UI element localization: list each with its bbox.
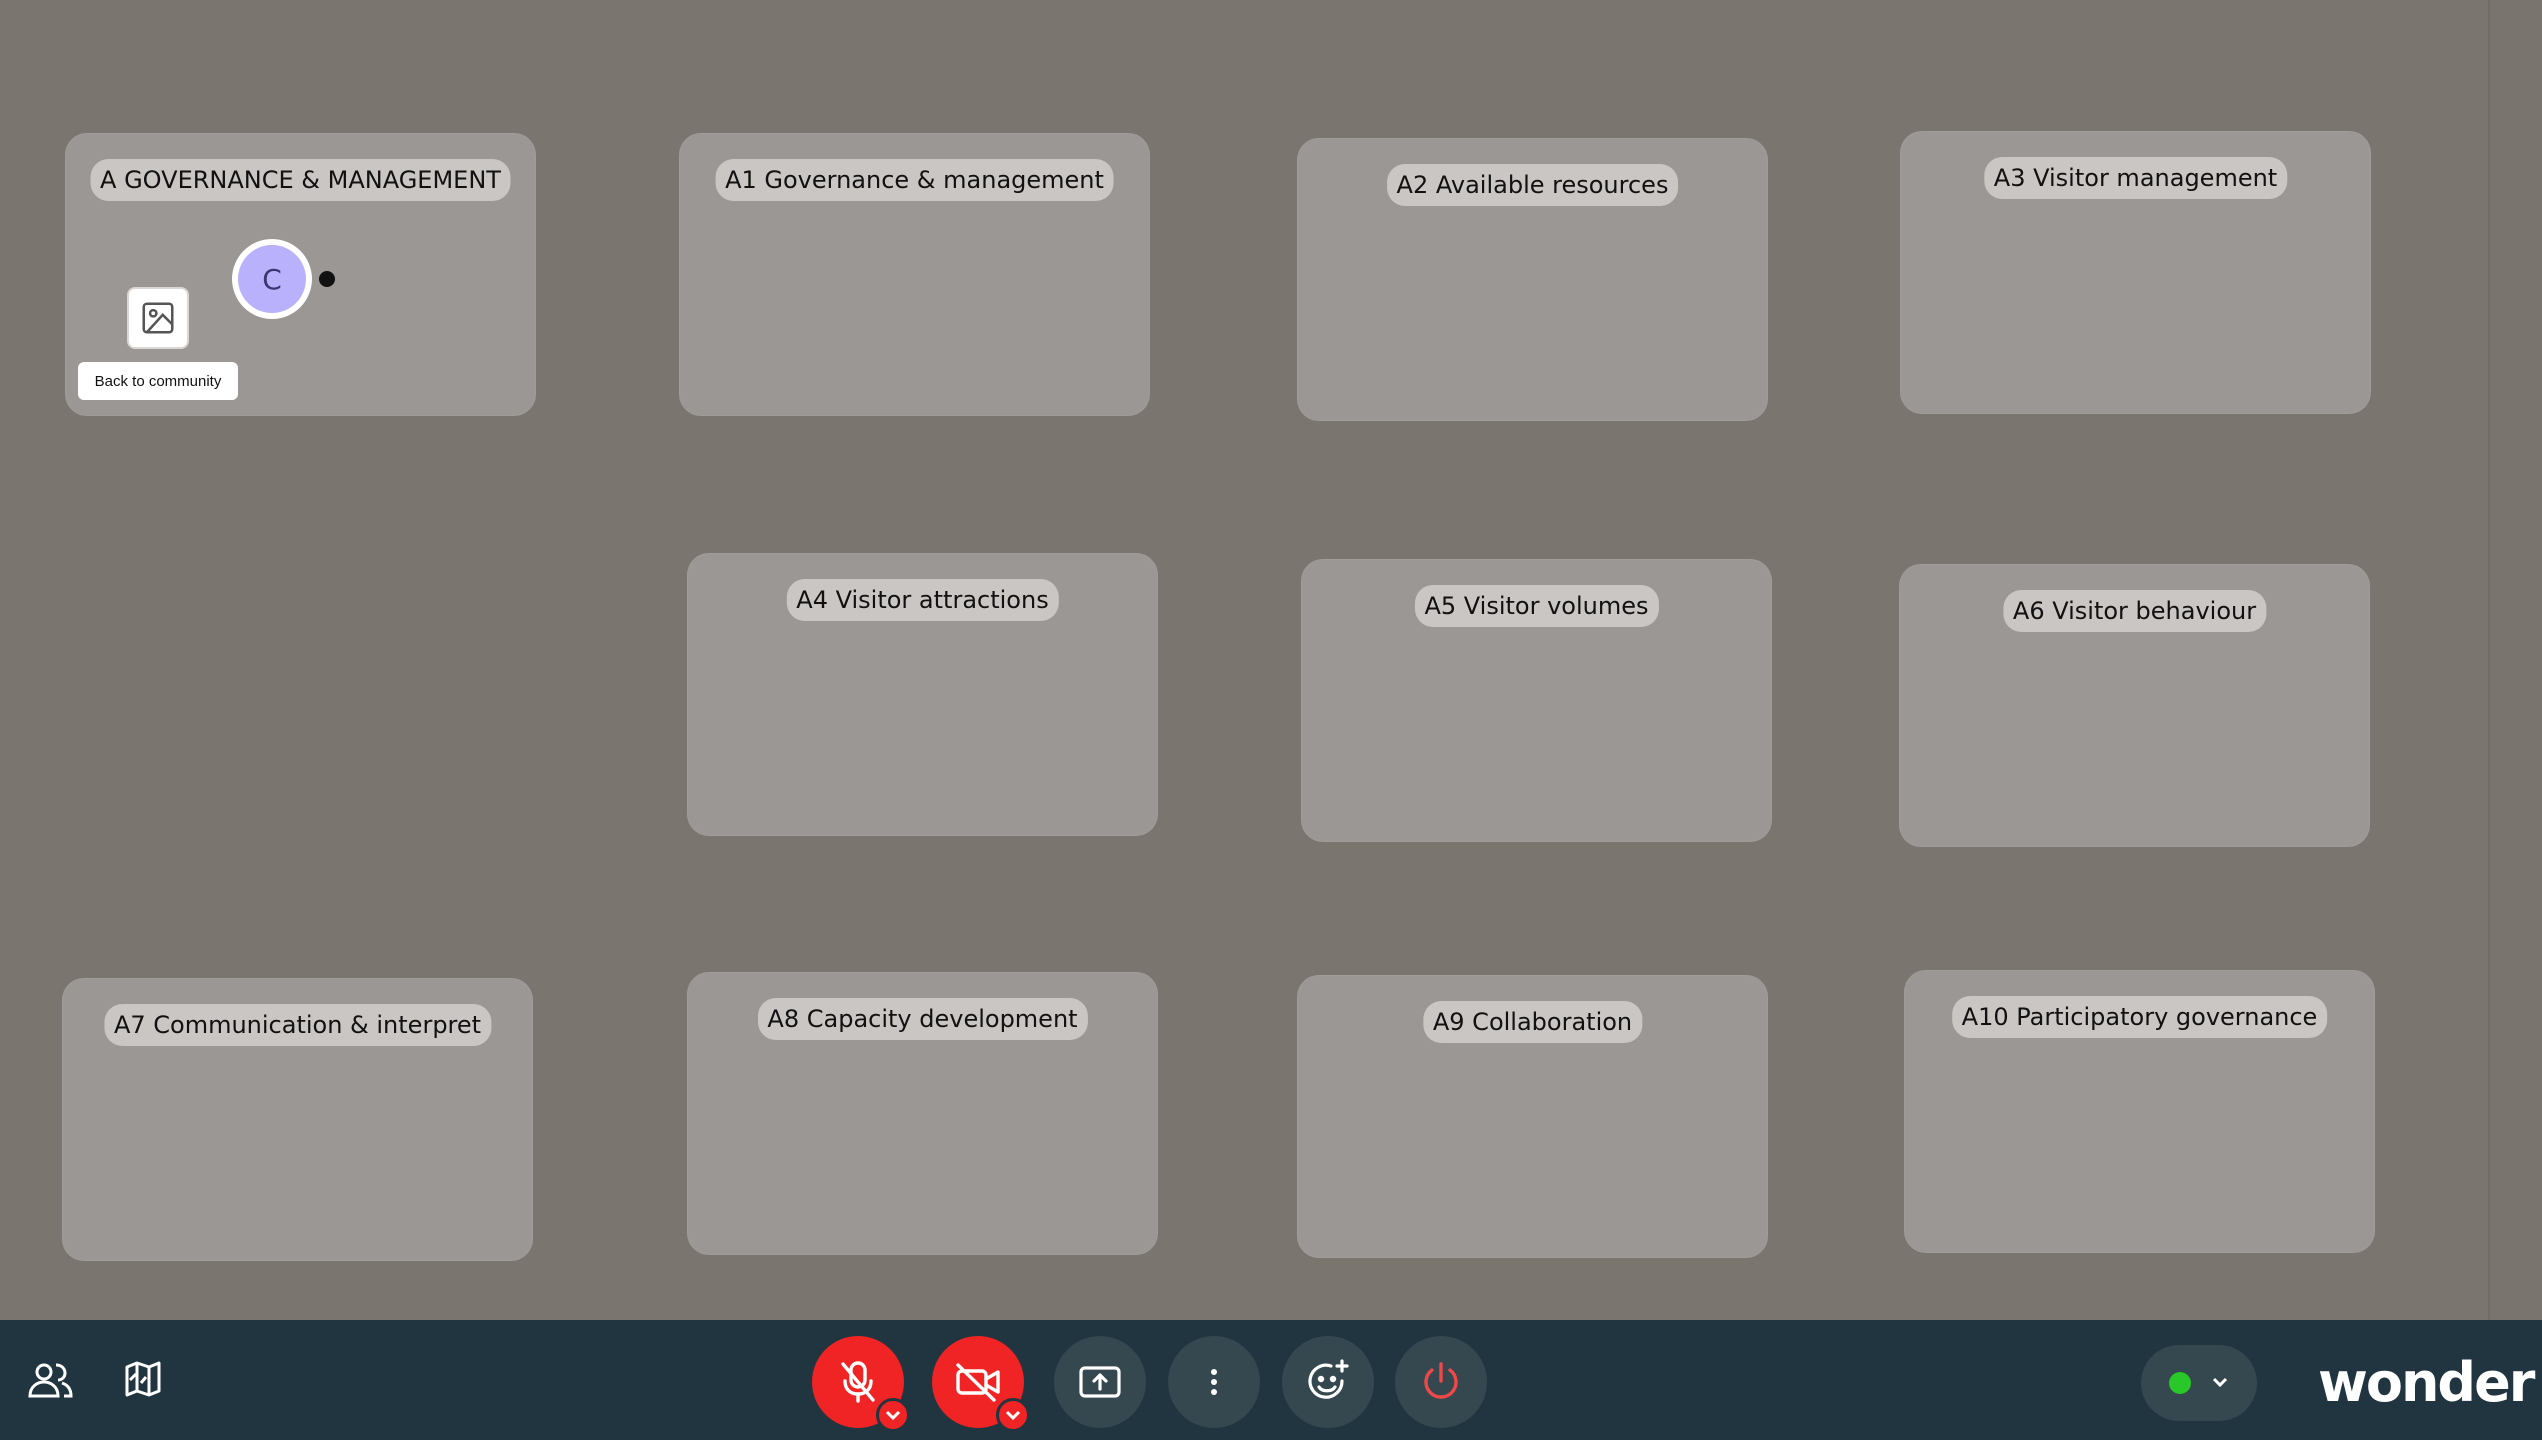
room-label: A2 Available resources bbox=[1386, 164, 1679, 206]
wonder-logo: wonder bbox=[2318, 1351, 2535, 1414]
leave-icon bbox=[1424, 1362, 1458, 1399]
status-selector[interactable] bbox=[2141, 1345, 2257, 1421]
room-label: A3 Visitor management bbox=[1983, 157, 2288, 199]
emoji-icon bbox=[1308, 1359, 1349, 1399]
camera-toggle[interactable] bbox=[932, 1336, 1030, 1432]
room-canvas[interactable]: A GOVERNANCE & MANAGEMENT A1 Governance … bbox=[0, 0, 2488, 1320]
people-icon bbox=[28, 1363, 73, 1398]
room-a6[interactable]: A6 Visitor behaviour bbox=[1899, 564, 2370, 847]
back-to-community-link[interactable]: Back to community bbox=[78, 362, 238, 400]
room-a5[interactable]: A5 Visitor volumes bbox=[1301, 559, 1772, 842]
room-a1[interactable]: A1 Governance & management bbox=[679, 133, 1150, 416]
people-button[interactable] bbox=[22, 1355, 78, 1405]
room-label: A5 Visitor volumes bbox=[1414, 585, 1659, 627]
room-label: A GOVERNANCE & MANAGEMENT bbox=[90, 159, 511, 201]
participant-status-dot bbox=[319, 271, 335, 287]
room-label: A1 Governance & management bbox=[715, 159, 1114, 201]
room-a8[interactable]: A8 Capacity development bbox=[687, 972, 1158, 1255]
room-a3[interactable]: A3 Visitor management bbox=[1900, 131, 2371, 414]
reactions-button[interactable] bbox=[1282, 1336, 1374, 1428]
room-a4[interactable]: A4 Visitor attractions bbox=[687, 553, 1158, 836]
share-screen-button[interactable] bbox=[1054, 1336, 1146, 1428]
online-status-dot bbox=[2169, 1372, 2191, 1394]
room-label: A9 Collaboration bbox=[1422, 1001, 1643, 1043]
room-a10[interactable]: A10 Participatory governance bbox=[1904, 970, 2375, 1253]
share-screen-icon bbox=[1079, 1366, 1121, 1398]
leave-button[interactable] bbox=[1395, 1336, 1487, 1428]
room-a7[interactable]: A7 Communication & interpret bbox=[62, 978, 533, 1261]
room-label: A7 Communication & interpret bbox=[103, 1004, 492, 1046]
room-label: A8 Capacity development bbox=[757, 998, 1088, 1040]
map-icon bbox=[125, 1361, 161, 1397]
more-icon bbox=[1211, 1369, 1217, 1395]
bottom-toolbar: wonder bbox=[0, 1320, 2542, 1440]
canvas-scroll-edge bbox=[2488, 0, 2542, 1320]
room-label: A6 Visitor behaviour bbox=[2002, 590, 2267, 632]
room-label: A4 Visitor attractions bbox=[786, 579, 1059, 621]
map-button[interactable] bbox=[118, 1354, 168, 1404]
chevron-down-icon bbox=[885, 1410, 901, 1421]
room-a9[interactable]: A9 Collaboration bbox=[1297, 975, 1768, 1258]
camera-off-icon bbox=[956, 1363, 1000, 1402]
image-icon bbox=[142, 302, 174, 334]
more-options-button[interactable] bbox=[1168, 1336, 1260, 1428]
avatar-initial: C bbox=[238, 245, 306, 313]
participant-avatar[interactable]: C bbox=[232, 239, 312, 319]
mic-options-button[interactable] bbox=[876, 1398, 910, 1432]
chevron-down-icon bbox=[1005, 1410, 1021, 1421]
microphone-toggle[interactable] bbox=[812, 1336, 910, 1432]
camera-options-button[interactable] bbox=[996, 1398, 1030, 1432]
room-a2[interactable]: A2 Available resources bbox=[1297, 138, 1768, 421]
room-label: A10 Participatory governance bbox=[1951, 996, 2328, 1038]
mic-off-icon bbox=[841, 1361, 875, 1403]
image-placeholder[interactable] bbox=[127, 287, 189, 349]
chevron-down-icon bbox=[2212, 1377, 2228, 1388]
